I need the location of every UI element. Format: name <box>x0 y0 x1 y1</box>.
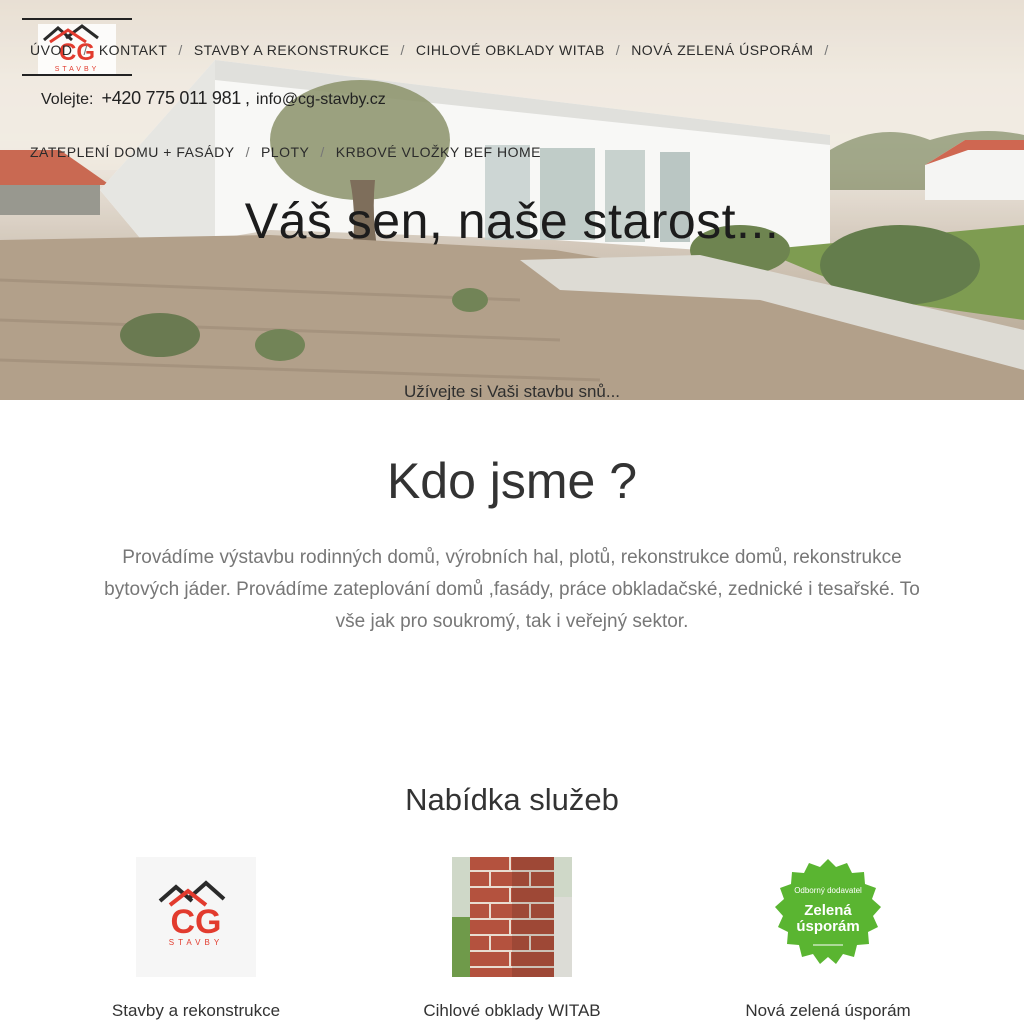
nav-item-zatepleni[interactable]: ZATEPLENÍ DOMU + FASÁDY <box>30 144 235 160</box>
service-card-witab[interactable]: Cihlové obklady WITAB <box>392 857 632 1021</box>
contact-bar: Volejte: +420 775 011 981 , info@cg-stav… <box>41 88 386 109</box>
badge-line1: Odborný dodavatel <box>794 886 862 895</box>
email-link[interactable]: info@cg-stavby.cz <box>256 91 386 109</box>
nav-separator: / <box>615 42 621 58</box>
main-nav-row-2: ZATEPLENÍ DOMU + FASÁDY / PLOTY / KRBOVÉ… <box>30 144 541 160</box>
nav-separator: / <box>824 42 829 58</box>
cg-logo-icon: CG STAVBY <box>136 857 256 977</box>
about-text: Provádíme výstavbu rodinných domů, výrob… <box>104 547 920 632</box>
nav-separator: / <box>83 42 88 58</box>
service-image-badge[interactable]: Odborný dodavatel Zelená úsporám <box>768 857 888 977</box>
nav-item-stavby[interactable]: STAVBY A REKONSTRUKCE <box>194 42 390 58</box>
badge-line3: úsporám <box>796 918 859 935</box>
nav-item-ploty[interactable]: PLOTY <box>261 144 309 160</box>
hero-banner: CG STAVBY ÚVOD / KONTAKT / STAVBY A REKO… <box>0 0 1024 400</box>
logo-letters: CG <box>171 903 222 941</box>
services-heading: Nabídka služeb <box>405 782 619 817</box>
main-nav-row-1: ÚVOD / KONTAKT / STAVBY A REKONSTRUKCE /… <box>30 42 840 58</box>
service-label[interactable]: Nová zelená úsporám <box>708 1001 948 1021</box>
hero-subtitle: Užívejte si Vaši stavbu snů... <box>403 382 621 400</box>
logo-subtitle: STAVBY <box>55 66 100 73</box>
logo-subtitle: STAVBY <box>169 938 223 947</box>
about-heading: Kdo jsme ? <box>386 453 638 509</box>
badge-line2: Zelená <box>804 902 852 919</box>
nav-separator: / <box>245 144 250 160</box>
service-label[interactable]: Cihlové obklady WITAB <box>392 1001 632 1021</box>
service-image-cg-logo[interactable]: CG STAVBY <box>136 857 256 977</box>
nav-item-zelena-usporam[interactable]: NOVÁ ZELENÁ ÚSPORÁM <box>631 42 813 58</box>
phone-link[interactable]: +420 775 011 981 <box>101 88 241 109</box>
nav-item-kontakt[interactable]: KONTAKT <box>99 42 168 58</box>
nav-separator: / <box>178 42 183 58</box>
contact-label: Volejte: <box>41 91 94 108</box>
contact-comma: , <box>245 88 251 108</box>
brick-pillar-photo <box>452 857 572 977</box>
zelena-usporam-badge-icon: Odborný dodavatel Zelená úsporám <box>775 859 881 964</box>
service-card-stavby[interactable]: CG STAVBY Stavby a rekonstrukce <box>76 857 316 1021</box>
nav-item-uvod[interactable]: ÚVOD <box>30 42 72 58</box>
nav-item-krbove-vlozky[interactable]: KRBOVÉ VLOŽKY BEF HOME <box>336 144 541 160</box>
nav-item-cihlove-obklady[interactable]: CIHLOVÉ OBKLADY WITAB <box>416 42 605 58</box>
nav-separator: / <box>320 144 325 160</box>
service-card-zelena-usporam[interactable]: Odborný dodavatel Zelená úsporám Nová ze… <box>708 857 948 1021</box>
hero-title: Váš sen, naše starost... <box>244 193 780 249</box>
nav-separator: / <box>400 42 405 58</box>
service-label[interactable]: Stavby a rekonstrukce <box>76 1001 316 1021</box>
service-image-brick-pillar[interactable] <box>452 857 572 977</box>
